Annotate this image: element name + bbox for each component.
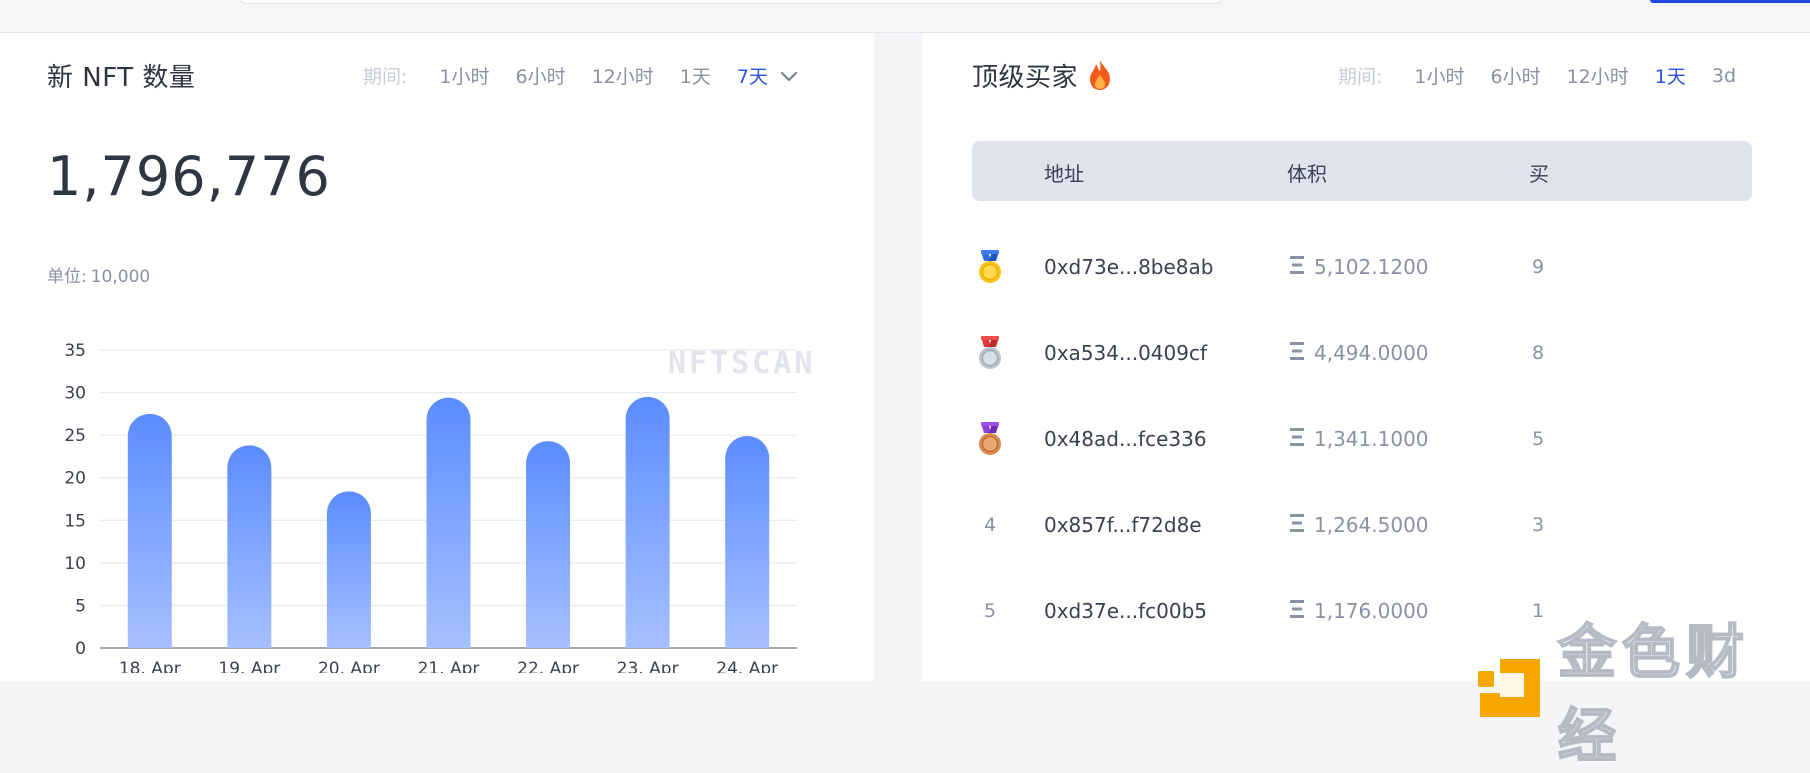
- volume-cell: 4,494.0000: [1290, 310, 1429, 396]
- y-tick-label: 30: [64, 384, 86, 404]
- rank-number: 5: [983, 600, 997, 622]
- volume-cell: 1,341.1000: [1290, 396, 1429, 482]
- table-row[interactable]: 0xa534...0409cf 4,494.0000 8: [972, 310, 1752, 396]
- bar[interactable]: [326, 491, 371, 648]
- eth-icon: [1290, 427, 1304, 452]
- x-tick-label: 21. Apr: [418, 659, 480, 673]
- y-tick-label: 5: [75, 596, 86, 616]
- unit-value: 10,000: [90, 267, 151, 287]
- eth-icon: [1290, 341, 1304, 366]
- x-tick-label: 22. Apr: [517, 659, 579, 673]
- y-tick-label: 20: [64, 469, 86, 489]
- table-header: 地址 体积 买: [972, 141, 1752, 201]
- total-new-nft-count: 1,796,776: [47, 145, 331, 208]
- nftscan-watermark: NFTSCAN: [668, 346, 816, 381]
- new-nft-panel: 新 NFT 数量 期间: 1小时 6小时 12小时 1天 7天 1,796,77…: [0, 33, 874, 681]
- period-label: 期间:: [1338, 66, 1383, 88]
- jinse-logo-icon: [1478, 655, 1542, 723]
- panel-title: 新 NFT 数量: [47, 63, 196, 93]
- panel-title: 顶级买家: [972, 63, 1079, 93]
- period-option-12h[interactable]: 12小时: [1567, 62, 1629, 89]
- period-option-6h[interactable]: 6小时: [1491, 62, 1541, 89]
- volume-value: 4,494.0000: [1314, 341, 1429, 365]
- period-option-12h[interactable]: 12小时: [592, 62, 654, 89]
- eth-icon: [1290, 513, 1304, 538]
- column-header-volume[interactable]: 体积: [1287, 158, 1327, 187]
- bar[interactable]: [725, 435, 770, 648]
- bar[interactable]: [526, 441, 571, 648]
- search-input[interactable]: [240, 0, 1222, 4]
- top-bar: [0, 0, 1810, 33]
- period-option-7d[interactable]: 7天: [737, 62, 768, 89]
- bar[interactable]: [227, 445, 272, 648]
- bar[interactable]: [127, 413, 172, 648]
- top-buyers-panel: 顶级买家 期间: 1小时 6小时 12小时 1天 3d 地址 体积 买 0xd7…: [922, 33, 1810, 681]
- eth-icon: [1290, 255, 1304, 280]
- period-option-1d[interactable]: 1天: [680, 62, 711, 89]
- period-option-1h[interactable]: 1小时: [439, 62, 489, 89]
- gold-medal-icon: [972, 224, 1008, 310]
- buyer-address[interactable]: 0x857f...f72d8e: [1044, 482, 1202, 568]
- column-header-address[interactable]: 地址: [1044, 158, 1084, 187]
- eth-icon: [1290, 599, 1304, 624]
- bronze-medal-icon: [972, 396, 1008, 482]
- period-option-1h[interactable]: 1小时: [1414, 62, 1464, 89]
- table-row[interactable]: 4 0x857f...f72d8e 1,264.5000 3: [972, 482, 1752, 568]
- y-tick-label: 0: [75, 639, 86, 659]
- x-tick-label: 24. Apr: [716, 659, 778, 673]
- period-selector: 期间: 1小时 6小时 12小时 1天 3d: [1338, 62, 1736, 89]
- jinse-watermark: 金色财经: [1478, 605, 1810, 773]
- buy-count: 3: [1532, 514, 1545, 536]
- panel-title-row: 顶级买家: [972, 57, 1114, 99]
- x-tick-label: 19. Apr: [218, 659, 280, 673]
- top-accent-button[interactable]: [1650, 0, 1810, 3]
- table-row[interactable]: 0x48ad...fce336 1,341.1000 5: [972, 396, 1752, 482]
- volume-cell: 5,102.1200: [1290, 224, 1429, 310]
- bar[interactable]: [426, 397, 471, 648]
- buy-count: 8: [1532, 342, 1545, 364]
- buyer-address[interactable]: 0x48ad...fce336: [1044, 396, 1207, 482]
- buy-count: 5: [1532, 428, 1545, 450]
- unit-row: 单位: 10,000: [47, 262, 150, 287]
- y-tick-label: 10: [64, 554, 86, 574]
- volume-value: 5,102.1200: [1314, 255, 1429, 279]
- y-tick-label: 25: [64, 426, 86, 446]
- buyer-address[interactable]: 0xd37e...fc00b5: [1044, 568, 1207, 654]
- x-tick-label: 18. Apr: [119, 659, 181, 673]
- period-option-1d[interactable]: 1天: [1655, 62, 1686, 89]
- buy-count: 9: [1532, 256, 1545, 278]
- y-tick-label: 15: [64, 511, 86, 531]
- unit-label: 单位:: [47, 267, 87, 287]
- x-tick-label: 20. Apr: [318, 659, 380, 673]
- volume-cell: 1,176.0000: [1290, 568, 1429, 654]
- volume-value: 1,341.1000: [1314, 427, 1429, 451]
- buyer-address[interactable]: 0xa534...0409cf: [1044, 310, 1207, 396]
- buyer-address[interactable]: 0xd73e...8be8ab: [1044, 224, 1213, 310]
- volume-cell: 1,264.5000: [1290, 482, 1429, 568]
- volume-value: 1,176.0000: [1314, 599, 1429, 623]
- table-row[interactable]: 0xd73e...8be8ab 5,102.1200 9: [972, 224, 1752, 310]
- period-option-3d[interactable]: 3d: [1712, 65, 1736, 87]
- x-tick-label: 23. Apr: [617, 659, 679, 673]
- volume-value: 1,264.5000: [1314, 513, 1429, 537]
- bar[interactable]: [625, 396, 670, 648]
- rank-number: 4: [983, 514, 997, 536]
- jinse-logo-text: 金色财经: [1557, 617, 1751, 771]
- fire-icon: [1086, 58, 1114, 99]
- period-option-6h[interactable]: 6小时: [516, 62, 566, 89]
- chevron-down-icon[interactable]: [778, 65, 800, 87]
- column-header-buys[interactable]: 买: [1529, 158, 1549, 187]
- period-label: 期间:: [363, 66, 408, 88]
- period-selector: 期间: 1小时 6小时 12小时 1天 7天: [363, 62, 800, 89]
- silver-medal-icon: [972, 310, 1008, 396]
- y-tick-label: 35: [64, 341, 86, 361]
